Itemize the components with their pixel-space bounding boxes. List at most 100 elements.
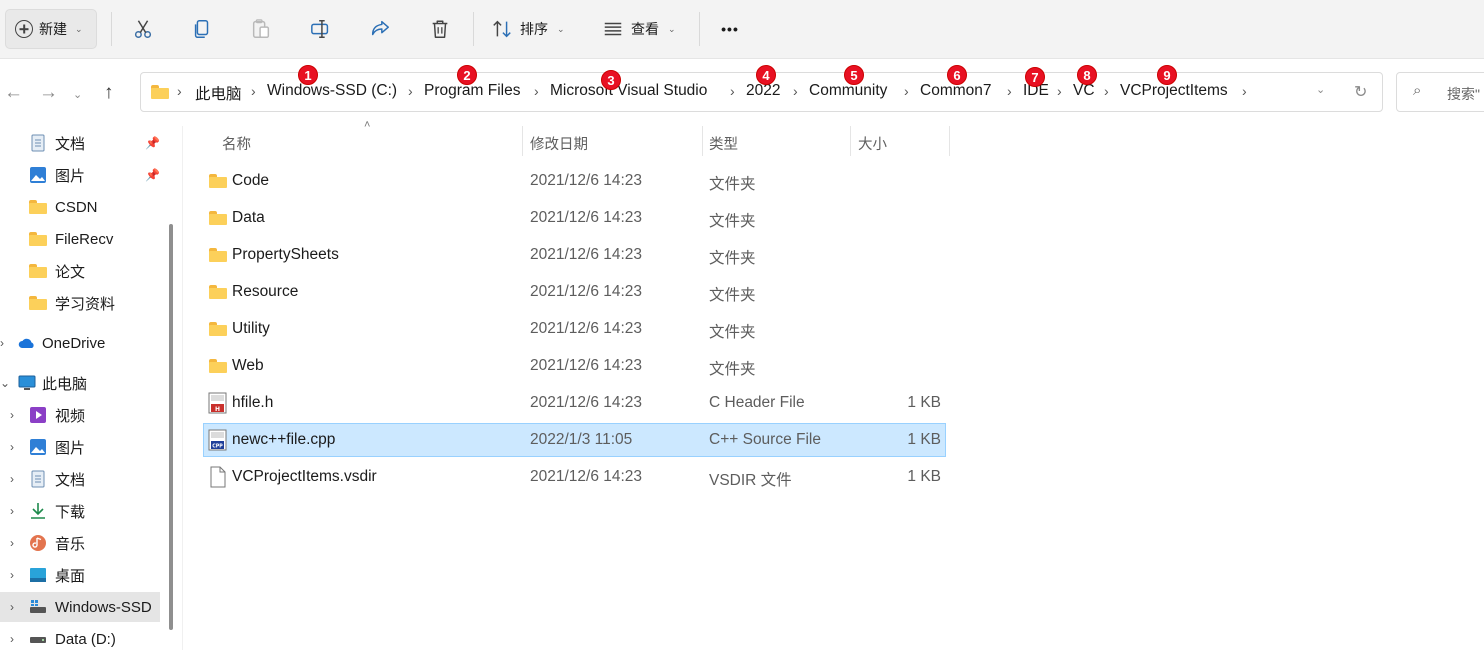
column-header-type[interactable]: 类型	[709, 133, 738, 154]
breadcrumb-chevron-icon[interactable]: ›	[1007, 83, 1012, 99]
file-row[interactable]: Resource 2021/12/6 14:23 文件夹	[204, 276, 945, 308]
file-date: 2021/12/6 14:23	[530, 246, 643, 263]
column-divider[interactable]	[949, 126, 950, 156]
breadcrumb-chevron-icon[interactable]: ›	[730, 83, 735, 99]
more-options-button[interactable]: •••	[714, 14, 746, 44]
breadcrumb-chevron-icon[interactable]: ›	[177, 83, 182, 99]
rename-button[interactable]	[306, 14, 336, 44]
breadcrumb-chevron-icon[interactable]: ›	[904, 83, 909, 99]
sidebar-item-documents[interactable]: 文档	[29, 464, 160, 494]
expand-chevron-icon[interactable]: ›	[0, 336, 4, 350]
cut-button[interactable]	[128, 14, 158, 44]
chevron-down-icon: ⌄	[668, 23, 676, 34]
sidebar-scrollbar[interactable]	[169, 224, 173, 630]
file-row[interactable]: Data 2021/12/6 14:23 文件夹	[204, 202, 945, 234]
folder-icon	[209, 322, 227, 336]
sidebar-item-label: CSDN	[55, 198, 98, 216]
refresh-icon[interactable]: ↻	[1354, 82, 1367, 102]
breadcrumb-program-files[interactable]: Program Files	[424, 82, 520, 100]
view-button[interactable]: 查看 ⌄	[602, 14, 676, 44]
expand-chevron-icon[interactable]: ›	[10, 504, 14, 518]
annotation-badge: 4	[756, 65, 776, 85]
expand-chevron-icon[interactable]: ›	[10, 536, 14, 550]
column-divider[interactable]	[522, 126, 523, 156]
breadcrumb-chevron-icon[interactable]: ›	[408, 83, 413, 99]
sort-button[interactable]: 排序 ⌄	[491, 14, 565, 44]
breadcrumb-chevron-icon[interactable]: ›	[1057, 83, 1062, 99]
paste-button[interactable]	[246, 14, 276, 44]
expand-chevron-icon[interactable]: ›	[10, 632, 14, 646]
file-row[interactable]: VCProjectItems.vsdir 2021/12/6 14:23 VSD…	[204, 461, 945, 493]
sidebar-item-csdn[interactable]: CSDN	[29, 192, 160, 222]
back-arrow-icon[interactable]: ←	[4, 82, 23, 104]
expand-chevron-icon[interactable]: ›	[10, 568, 14, 582]
file-type: 文件夹	[709, 361, 756, 378]
breadcrumb-chevron-icon[interactable]: ›	[1104, 83, 1109, 99]
up-arrow-icon[interactable]: ↑	[104, 82, 114, 104]
file-row[interactable]: Web 2021/12/6 14:23 文件夹	[204, 350, 945, 382]
breadcrumb-chevron-icon[interactable]: ›	[1242, 83, 1247, 99]
sort-icon	[493, 20, 511, 38]
sidebar-item-windows-ssd[interactable]: Windows-SSD	[0, 592, 160, 622]
sidebar-item-label: 视频	[55, 407, 86, 425]
copy-button[interactable]	[187, 14, 217, 44]
file-name: Resource	[232, 283, 299, 300]
file-type: 文件夹	[709, 250, 756, 267]
sidebar-item-documents-quick[interactable]: 文档 📌	[29, 128, 160, 158]
sidebar-item-pictures[interactable]: 图片	[29, 432, 160, 462]
sidebar-item-onedrive[interactable]: OneDrive	[18, 328, 160, 358]
expand-chevron-icon[interactable]: ›	[10, 408, 14, 422]
sidebar-item-pictures-quick[interactable]: 图片 📌	[29, 160, 160, 190]
sidebar-item-desktop[interactable]: 桌面	[29, 560, 160, 590]
expand-chevron-icon[interactable]: ›	[10, 440, 14, 454]
document-icon	[31, 134, 45, 152]
forward-arrow-icon[interactable]: →	[39, 82, 58, 104]
address-history-chevron-icon[interactable]: ⌄	[1316, 83, 1325, 96]
sidebar-item-label: 此电脑	[42, 375, 88, 393]
sidebar-item-papers[interactable]: 论文	[29, 256, 160, 286]
sidebar-item-study-materials[interactable]: 学习资料	[29, 288, 160, 318]
breadcrumb-community[interactable]: Community	[809, 82, 887, 100]
breadcrumb-microsoft-visual-studio[interactable]: Microsoft Visual Studio	[550, 82, 707, 100]
file-row[interactable]: Utility 2021/12/6 14:23 文件夹	[204, 313, 945, 345]
sidebar-item-music[interactable]: 音乐	[29, 528, 160, 558]
breadcrumb-vcprojectitems[interactable]: VCProjectItems	[1120, 82, 1228, 100]
delete-button[interactable]	[425, 14, 455, 44]
breadcrumb-windows-ssd[interactable]: Windows-SSD (C:)	[267, 82, 397, 100]
folder-icon	[209, 285, 227, 299]
column-divider[interactable]	[850, 126, 851, 156]
sidebar-item-label: 桌面	[55, 567, 86, 585]
collapse-chevron-icon[interactable]: ⌄	[0, 376, 10, 390]
expand-chevron-icon[interactable]: ›	[10, 600, 14, 614]
sidebar-item-label: 学习资料	[55, 295, 116, 313]
column-header-name[interactable]: 名称	[222, 133, 251, 154]
file-date: 2021/12/6 14:23	[530, 357, 643, 374]
sidebar-item-downloads[interactable]: 下载	[29, 496, 160, 526]
new-button[interactable]: 新建 ⌄	[5, 9, 97, 49]
file-row[interactable]: Code 2021/12/6 14:23 文件夹	[204, 165, 945, 197]
column-header-date[interactable]: 修改日期	[530, 133, 588, 154]
sidebar-item-filerecv[interactable]: FileRecv	[29, 224, 160, 254]
share-icon	[371, 20, 389, 36]
sidebar-item-videos[interactable]: 视频	[29, 400, 160, 430]
breadcrumb-chevron-icon[interactable]: ›	[793, 83, 798, 99]
file-row-selected[interactable]: CPP newc++file.cpp 2022/1/3 11:05 C++ So…	[203, 423, 946, 457]
file-row[interactable]: PropertySheets 2021/12/6 14:23 文件夹	[204, 239, 945, 271]
file-row[interactable]: H hfile.h 2021/12/6 14:23 C Header File …	[204, 387, 945, 419]
expand-chevron-icon[interactable]: ›	[10, 472, 14, 486]
share-button[interactable]	[365, 14, 395, 44]
view-button-label: 查看	[631, 21, 659, 37]
column-header-size[interactable]: 大小	[858, 133, 887, 154]
sidebar-item-label: FileRecv	[55, 230, 114, 248]
sidebar-item-this-pc[interactable]: 此电脑	[18, 368, 160, 398]
breadcrumb-chevron-icon[interactable]: ›	[251, 83, 256, 99]
sidebar-item-label: 文档	[55, 135, 86, 153]
recent-locations-chevron-icon[interactable]: ⌄	[73, 88, 82, 101]
column-divider[interactable]	[702, 126, 703, 156]
pin-icon: 📌	[145, 168, 160, 182]
breadcrumb-this-pc[interactable]: 此电脑	[195, 82, 242, 104]
chevron-down-icon: ⌄	[75, 23, 83, 34]
breadcrumb-chevron-icon[interactable]: ›	[534, 83, 539, 99]
search-box[interactable]: ⌕ 搜索"	[1396, 72, 1484, 112]
file-type: C Header File	[709, 394, 805, 411]
